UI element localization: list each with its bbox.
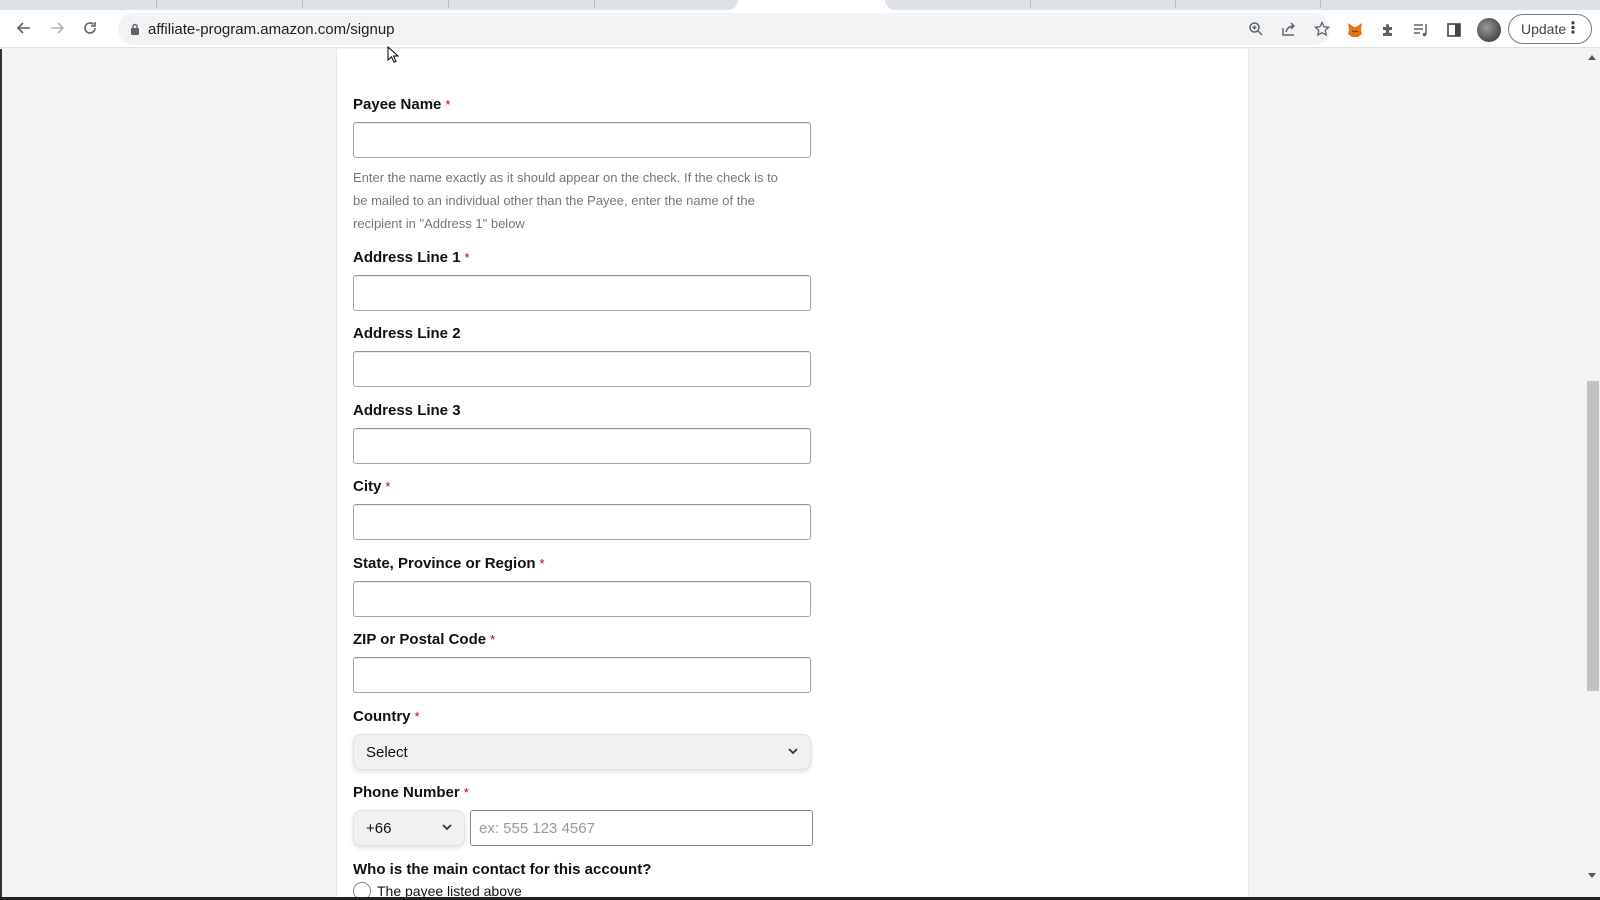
- browser-toolbar: affiliate-program.amazon.com/signup Upda…: [0, 10, 1600, 48]
- state-label: State, Province or Region *: [353, 555, 545, 572]
- star-icon: [1314, 21, 1330, 37]
- metamask-extension[interactable]: [1344, 19, 1366, 41]
- vertical-scrollbar[interactable]: [1585, 49, 1600, 900]
- address-bar[interactable]: affiliate-program.amazon.com/signup: [118, 13, 1330, 45]
- zip-input[interactable]: [353, 657, 811, 693]
- extensions-button[interactable]: [1377, 19, 1399, 41]
- tab-separator: [1320, 0, 1321, 8]
- window-edge: [0, 49, 2, 900]
- phone-number-field: Phone Number * +66: [353, 784, 813, 846]
- tab-strip: [0, 0, 1600, 10]
- tab-separator: [156, 0, 157, 8]
- state-field: State, Province or Region *: [353, 555, 813, 617]
- share-button[interactable]: [1279, 19, 1299, 39]
- country-code-value: +66: [366, 819, 392, 837]
- media-control-button[interactable]: [1410, 19, 1432, 41]
- address-line-1-field: Address Line 1 *: [353, 249, 813, 311]
- forward-button[interactable]: [45, 16, 69, 40]
- city-field: City *: [353, 478, 813, 540]
- required-marker: *: [464, 250, 470, 265]
- main-contact-field: Who is the main contact for this account…: [353, 861, 813, 900]
- chevron-down-icon: [788, 748, 798, 755]
- city-label: City *: [353, 478, 391, 495]
- country-code-select[interactable]: +66: [353, 810, 465, 846]
- payee-name-field: Payee Name * Enter the name exactly as it…: [353, 96, 813, 235]
- phone-input-row: +66: [353, 810, 813, 846]
- address-line-1-input[interactable]: [353, 275, 811, 311]
- country-label: Country *: [353, 708, 420, 725]
- arrow-left-icon: [16, 22, 30, 34]
- payee-name-input[interactable]: [353, 122, 811, 158]
- main-contact-question: Who is the main contact for this account…: [353, 861, 652, 878]
- scroll-up-arrow-icon[interactable]: [1588, 55, 1596, 60]
- address-line-3-input[interactable]: [353, 428, 811, 464]
- kebab-menu-icon[interactable]: ⋮: [1565, 20, 1581, 38]
- address-line-2-label: Address Line 2: [353, 325, 461, 342]
- city-input[interactable]: [353, 504, 811, 540]
- address-line-2-input[interactable]: [353, 351, 811, 387]
- address-line-2-field: Address Line 2: [353, 325, 813, 387]
- signup-form-card: Payee Name * Enter the name exactly as it…: [336, 49, 1249, 900]
- inactive-tabs-left[interactable]: [0, 0, 738, 10]
- required-marker: *: [539, 556, 545, 571]
- tab-separator: [1030, 0, 1031, 8]
- bookmark-button[interactable]: [1312, 19, 1332, 39]
- phone-number-input[interactable]: [470, 810, 813, 846]
- puzzle-icon: [1383, 24, 1392, 36]
- reload-icon: [84, 22, 96, 34]
- address-line-3-field: Address Line 3: [353, 402, 813, 464]
- required-marker: *: [445, 97, 451, 112]
- back-button[interactable]: [12, 16, 36, 40]
- zoom-button[interactable]: [1246, 19, 1266, 39]
- profile-avatar[interactable]: [1477, 18, 1501, 42]
- required-marker: *: [414, 709, 420, 724]
- reload-button[interactable]: [78, 16, 102, 40]
- zip-field: ZIP or Postal Code *: [353, 631, 813, 693]
- address-line-3-label: Address Line 3: [353, 402, 461, 419]
- tab-separator: [594, 0, 595, 8]
- scrollbar-thumb[interactable]: [1587, 381, 1599, 691]
- zip-label: ZIP or Postal Code *: [353, 631, 496, 648]
- required-marker: *: [385, 479, 391, 494]
- tab-separator: [302, 0, 303, 8]
- tab-separator: [1175, 0, 1176, 8]
- update-button[interactable]: Update ⋮: [1508, 14, 1592, 44]
- music-queue-icon: [1414, 24, 1427, 37]
- inactive-tabs-right[interactable]: [885, 0, 1600, 10]
- url-text[interactable]: affiliate-program.amazon.com/signup: [148, 21, 395, 38]
- arrow-right-icon: [51, 22, 65, 34]
- phone-number-label: Phone Number *: [353, 784, 469, 801]
- address-line-1-label: Address Line 1 *: [353, 249, 470, 266]
- scroll-down-arrow-icon[interactable]: [1588, 873, 1596, 878]
- share-icon: [1282, 22, 1295, 36]
- update-label: Update: [1521, 21, 1567, 37]
- page-viewport: Payee Name * Enter the name exactly as it…: [0, 49, 1585, 900]
- lock-icon[interactable]: [130, 23, 140, 35]
- required-marker: *: [463, 785, 469, 800]
- fox-icon: [1348, 23, 1362, 37]
- country-selected-value: Select: [366, 743, 408, 761]
- country-select[interactable]: Select: [353, 734, 811, 770]
- payee-name-label: Payee Name *: [353, 96, 451, 113]
- payee-name-hint: Enter the name exactly as it should appe…: [353, 170, 778, 231]
- side-panel-icon: [1447, 23, 1461, 37]
- zoom-in-icon: [1249, 22, 1263, 36]
- side-panel-button[interactable]: [1443, 19, 1465, 41]
- state-input[interactable]: [353, 581, 811, 617]
- chevron-down-icon: [442, 824, 452, 831]
- required-marker: *: [490, 632, 496, 647]
- country-field: Country * Select: [353, 708, 813, 770]
- tab-separator: [448, 0, 449, 8]
